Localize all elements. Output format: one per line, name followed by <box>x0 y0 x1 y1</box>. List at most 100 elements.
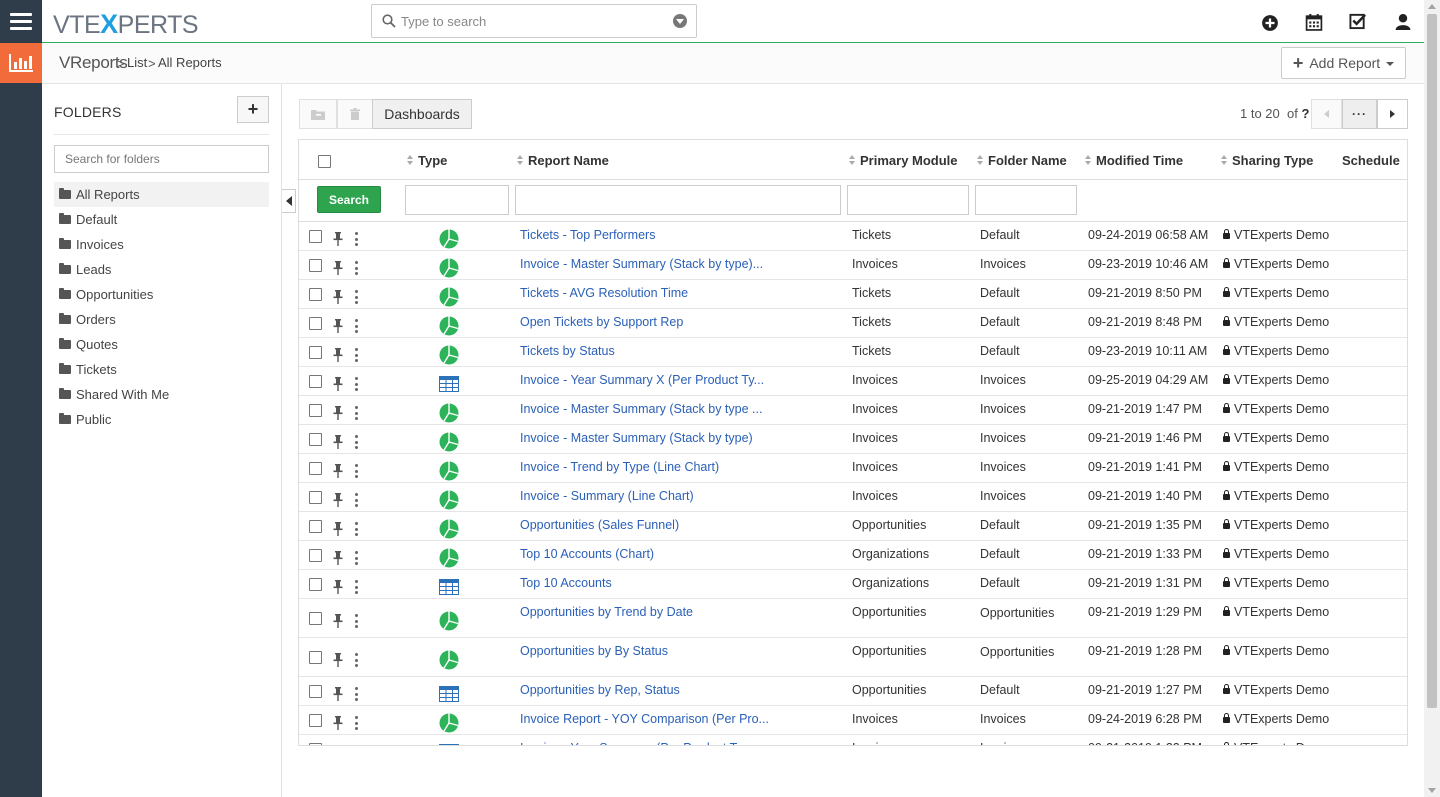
folder-item[interactable]: All Reports <box>54 182 269 207</box>
row-checkbox[interactable] <box>309 520 322 533</box>
folder-item[interactable]: Leads <box>54 257 269 282</box>
report-name-link[interactable]: Open Tickets by Support Rep <box>520 315 683 329</box>
folder-search-input[interactable] <box>54 145 269 173</box>
row-checkbox[interactable] <box>309 404 322 417</box>
pin-icon[interactable] <box>333 406 343 420</box>
more-actions-icon[interactable] <box>354 319 358 333</box>
folder-item[interactable]: Orders <box>54 307 269 332</box>
row-checkbox[interactable] <box>309 743 322 745</box>
folder-item[interactable]: Invoices <box>54 232 269 257</box>
dashboards-button[interactable]: Dashboards <box>372 99 472 129</box>
column-schedule[interactable]: Schedule <box>1342 153 1400 168</box>
row-checkbox[interactable] <box>309 578 322 591</box>
row-checkbox[interactable] <box>309 346 322 359</box>
user-icon[interactable] <box>1394 13 1412 31</box>
pin-icon[interactable] <box>333 493 343 507</box>
report-name-link[interactable]: Invoice - Summary (Line Chart) <box>520 489 694 503</box>
plus-circle-icon[interactable] <box>1261 14 1279 32</box>
move-to-folder-button[interactable] <box>299 99 337 129</box>
global-search-input[interactable] <box>401 11 661 31</box>
pin-icon[interactable] <box>333 319 343 333</box>
pin-icon[interactable] <box>333 522 343 536</box>
previous-page-button[interactable] <box>1311 99 1342 129</box>
more-actions-icon[interactable] <box>354 377 358 391</box>
pin-icon[interactable] <box>333 290 343 304</box>
report-name-link[interactable]: Invoice - Year Summary X (Per Product Ty… <box>520 373 764 387</box>
more-actions-icon[interactable] <box>354 522 358 536</box>
column-primary-module[interactable]: Primary Module <box>849 153 958 168</box>
row-checkbox[interactable] <box>309 259 322 272</box>
select-all-checkbox[interactable] <box>318 155 331 168</box>
filter-search-button[interactable]: Search <box>317 186 381 213</box>
more-actions-icon[interactable] <box>354 232 358 246</box>
report-name-link[interactable]: Opportunities by Rep, Status <box>520 683 680 697</box>
folder-item[interactable]: Public <box>54 407 269 432</box>
column-folder-name[interactable]: Folder Name <box>977 153 1067 168</box>
add-report-button[interactable]: + Add Report <box>1281 47 1406 79</box>
row-checkbox[interactable] <box>309 612 322 625</box>
page-scrollbar[interactable] <box>1424 0 1440 797</box>
more-actions-icon[interactable] <box>354 435 358 449</box>
pin-icon[interactable] <box>333 464 343 478</box>
folder-item[interactable]: Opportunities <box>54 282 269 307</box>
pin-icon[interactable] <box>333 614 343 628</box>
breadcrumb-list[interactable]: List <box>127 55 147 70</box>
more-actions-icon[interactable] <box>354 580 358 594</box>
report-name-link[interactable]: Opportunities (Sales Funnel) <box>520 518 679 532</box>
row-checkbox[interactable] <box>309 685 322 698</box>
report-name-link[interactable]: Invoice Report - YOY Comparison (Per Pro… <box>520 712 769 726</box>
row-checkbox[interactable] <box>309 462 322 475</box>
folder-item[interactable]: Tickets <box>54 357 269 382</box>
pin-icon[interactable] <box>333 653 343 667</box>
pin-icon[interactable] <box>333 745 343 746</box>
more-actions-icon[interactable] <box>354 716 358 730</box>
reports-chart-icon[interactable] <box>0 43 42 83</box>
pin-icon[interactable] <box>333 435 343 449</box>
more-actions-icon[interactable] <box>354 745 358 746</box>
filter-report-name-input[interactable] <box>515 185 841 215</box>
report-name-link[interactable]: Opportunities by Trend by Date <box>520 605 693 619</box>
collapse-panel-icon[interactable] <box>282 189 296 213</box>
folder-item[interactable]: Shared With Me <box>54 382 269 407</box>
pin-icon[interactable] <box>333 687 343 701</box>
pin-icon[interactable] <box>333 580 343 594</box>
more-actions-icon[interactable] <box>354 493 358 507</box>
more-actions-icon[interactable] <box>354 614 358 628</box>
row-checkbox[interactable] <box>309 549 322 562</box>
row-checkbox[interactable] <box>309 230 322 243</box>
report-name-link[interactable]: Tickets - AVG Resolution Time <box>520 286 688 300</box>
column-report-name[interactable]: Report Name <box>517 153 609 168</box>
hamburger-menu-icon[interactable] <box>0 0 42 43</box>
more-actions-icon[interactable] <box>354 290 358 304</box>
delete-button[interactable] <box>337 99 373 129</box>
next-page-button[interactable] <box>1377 99 1408 129</box>
add-folder-button[interactable]: + <box>237 96 269 123</box>
row-checkbox[interactable] <box>309 714 322 727</box>
report-name-link[interactable]: Tickets by Status <box>520 344 615 358</box>
pin-icon[interactable] <box>333 232 343 246</box>
report-name-link[interactable]: Invoice - Year Summary (Per Product Type… <box>520 741 767 745</box>
report-name-link[interactable]: Tickets - Top Performers <box>520 228 655 242</box>
filter-type-input[interactable] <box>405 185 509 215</box>
pin-icon[interactable] <box>333 348 343 362</box>
calendar-icon[interactable] <box>1305 13 1323 31</box>
filter-primary-module-input[interactable] <box>847 185 969 215</box>
folder-item[interactable]: Quotes <box>54 332 269 357</box>
more-pages-button[interactable]: ··· <box>1342 99 1377 129</box>
more-actions-icon[interactable] <box>354 406 358 420</box>
more-actions-icon[interactable] <box>354 551 358 565</box>
row-checkbox[interactable] <box>309 651 322 664</box>
pin-icon[interactable] <box>333 261 343 275</box>
more-actions-icon[interactable] <box>354 687 358 701</box>
check-square-icon[interactable] <box>1349 12 1367 30</box>
column-sharing-type[interactable]: Sharing Type <box>1221 153 1313 168</box>
more-actions-icon[interactable] <box>354 261 358 275</box>
report-name-link[interactable]: Invoice - Master Summary (Stack by type) <box>520 431 753 445</box>
row-checkbox[interactable] <box>309 433 322 446</box>
pin-icon[interactable] <box>333 377 343 391</box>
column-type[interactable]: Type <box>407 153 447 168</box>
column-modified-time[interactable]: Modified Time <box>1085 153 1183 168</box>
report-name-link[interactable]: Opportunities by By Status <box>520 644 668 658</box>
pin-icon[interactable] <box>333 716 343 730</box>
more-actions-icon[interactable] <box>354 348 358 362</box>
